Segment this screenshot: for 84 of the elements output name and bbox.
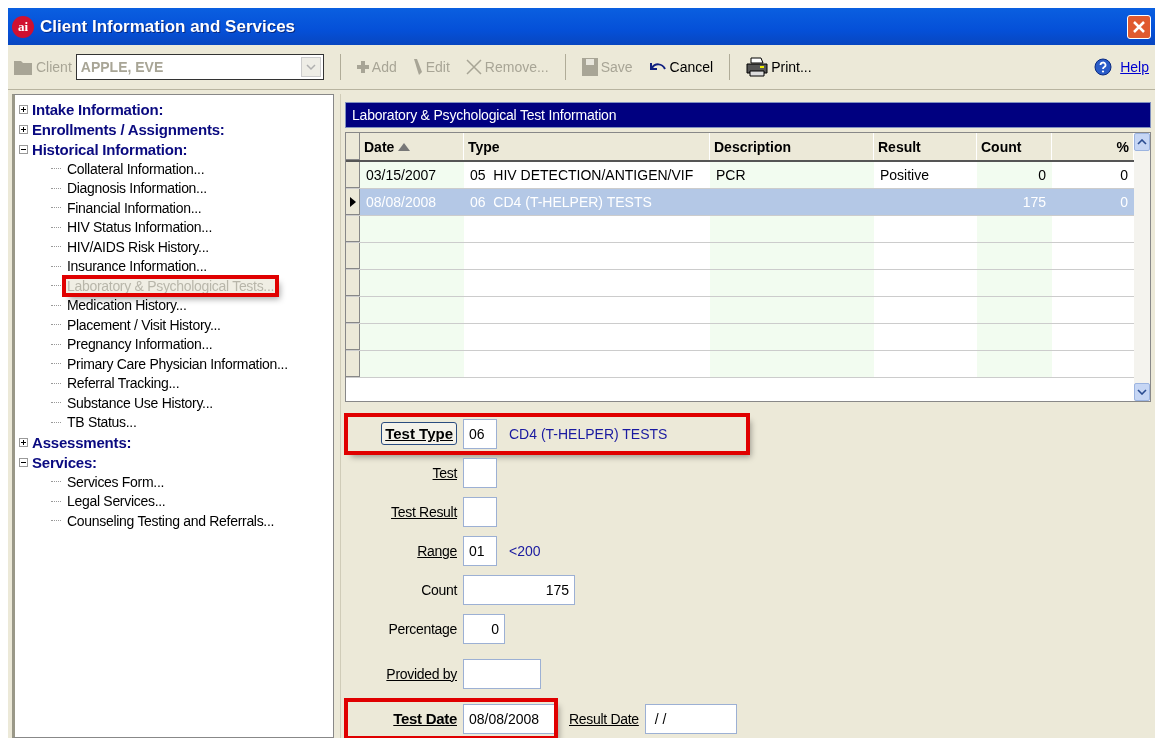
table-cell-text: 06 CD4 (T-HELPER) TESTS xyxy=(469,193,653,212)
scroll-down-button[interactable] xyxy=(1134,383,1150,401)
table-cell-text: 08/08/2008 xyxy=(365,193,438,212)
tree-item[interactable]: Substance Use History... xyxy=(65,394,215,411)
tree-group[interactable]: Intake Information: xyxy=(32,100,164,118)
collapse-icon[interactable] xyxy=(19,144,28,154)
close-icon xyxy=(1132,19,1146,34)
input-field[interactable]: / / xyxy=(644,703,737,734)
table-cell-text: Positive xyxy=(879,166,931,185)
field-label[interactable]: Result Date xyxy=(569,710,639,727)
field-label[interactable]: Test Date xyxy=(393,710,457,727)
input-field[interactable]: 01 xyxy=(463,535,497,566)
tree-item[interactable]: Insurance Information... xyxy=(65,258,209,275)
tree-item[interactable]: Placement / Visit History... xyxy=(65,316,223,333)
tree-group[interactable]: Assessments: xyxy=(32,433,132,451)
field-label[interactable]: Test Result xyxy=(391,503,457,520)
input-field[interactable] xyxy=(463,457,497,488)
app-logo: ai xyxy=(12,15,34,38)
table-cell-text: 05 HIV DETECTION/ANTIGEN/VIF xyxy=(469,166,695,185)
tree-item[interactable]: Medication History... xyxy=(65,297,189,314)
tree-item[interactable]: TB Status... xyxy=(65,414,139,431)
input-field[interactable]: 0 xyxy=(463,613,505,644)
tree-group[interactable]: Enrollments / Assignments: xyxy=(32,120,225,138)
vertical-scrollbar[interactable] xyxy=(1134,133,1150,401)
printer-icon xyxy=(746,57,769,77)
field-note: <200 xyxy=(509,542,541,559)
tree-item[interactable]: Diagnosis Information... xyxy=(65,180,209,197)
input-field[interactable]: 08/08/2008 xyxy=(463,703,555,734)
table-cell-text: 0 xyxy=(1119,166,1129,185)
tree-item[interactable]: Pregnancy Information... xyxy=(65,336,215,353)
collapse-icon[interactable] xyxy=(19,457,28,467)
table-cell-text: 175 xyxy=(1021,193,1047,212)
grid-row[interactable]: 03/15/2007 05 HIV DETECTION/ANTIGEN/VIF PCR Positive 0 0 xyxy=(346,162,1134,189)
tree-item[interactable]: HIV Status Information... xyxy=(65,219,214,236)
toolbar-button[interactable]: Cancel xyxy=(642,57,720,77)
field-label[interactable]: Provided by xyxy=(386,665,457,682)
plus-icon xyxy=(356,61,369,73)
field-label-button[interactable]: Test Type xyxy=(381,422,457,445)
pen-icon xyxy=(412,58,423,76)
tree-item[interactable]: Legal Services... xyxy=(65,493,168,510)
folder-icon xyxy=(14,59,32,75)
tree-group[interactable]: Services: xyxy=(32,453,97,471)
field-label: Percentage xyxy=(388,620,457,637)
scroll-up-button[interactable] xyxy=(1134,133,1150,151)
expand-icon[interactable] xyxy=(19,437,28,447)
table-cell: PCR xyxy=(710,162,874,188)
column-header[interactable]: Count xyxy=(977,133,1052,160)
tree-item[interactable]: Collateral Information... xyxy=(65,160,207,177)
table-cell: 0 xyxy=(977,162,1052,188)
row-pointer-icon xyxy=(349,196,356,207)
input-field[interactable] xyxy=(463,496,497,527)
column-header[interactable]: Description xyxy=(710,133,874,160)
tree-item[interactable]: Services Form... xyxy=(65,473,167,490)
tree-item[interactable]: Financial Information... xyxy=(65,199,204,216)
expand-icon[interactable] xyxy=(19,124,28,134)
tree-item[interactable]: Referral Tracking... xyxy=(65,375,182,392)
expand-icon[interactable] xyxy=(19,104,28,114)
window-title: Client Information and Services xyxy=(40,16,297,37)
help-link[interactable]: Help xyxy=(1120,59,1149,75)
field-label[interactable]: Test xyxy=(432,464,457,481)
tree-group[interactable]: Historical Information: xyxy=(32,140,188,158)
tree-item[interactable]: Counseling Testing and Referrals... xyxy=(65,512,277,529)
input-field[interactable]: 175 xyxy=(463,574,575,605)
column-header[interactable]: Type xyxy=(464,133,710,160)
close-button[interactable] xyxy=(1127,14,1151,39)
tree-item[interactable]: HIV/AIDS Risk History... xyxy=(65,238,211,255)
field-label: Count xyxy=(421,581,457,598)
grid-title: Laboratory & Psychological Test Information xyxy=(345,102,1151,128)
table-cell-text: 0 xyxy=(1119,193,1129,212)
column-header[interactable]: Result xyxy=(874,133,977,160)
input-field[interactable]: 06 xyxy=(463,418,497,449)
input-field[interactable] xyxy=(463,658,541,689)
tree-item[interactable]: Primary Care Physician Information... xyxy=(65,355,290,372)
x-icon xyxy=(465,59,482,75)
help-icon xyxy=(1094,58,1113,76)
chevron-up-icon xyxy=(1137,139,1147,145)
table-cell: 03/15/2007 xyxy=(360,162,464,188)
client-label: Client xyxy=(36,59,72,75)
field-note: CD4 (T-HELPER) TESTS xyxy=(509,425,668,442)
toolbar-button[interactable]: Print... xyxy=(740,55,818,79)
column-header[interactable]: Date xyxy=(360,133,464,160)
row-header[interactable] xyxy=(346,189,360,215)
field-label[interactable]: Range xyxy=(417,542,457,559)
chevron-down-icon xyxy=(1137,389,1147,395)
